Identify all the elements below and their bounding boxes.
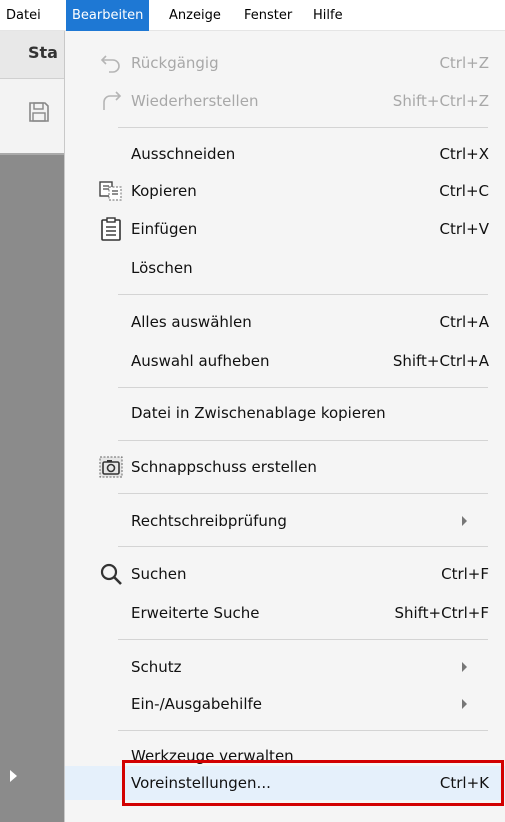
document-panel [0, 153, 64, 822]
menu-item-shortcut: Shift+Ctrl+Z [392, 92, 489, 110]
menu-item-label: Suchen [131, 565, 187, 583]
menu-item-search[interactable]: Suchen Ctrl+F [65, 557, 505, 591]
menu-fenster[interactable]: Fenster [238, 0, 298, 31]
menu-item-shortcut: Shift+Ctrl+F [394, 604, 489, 622]
panel-divider [0, 153, 64, 155]
document-tab-label: Sta [28, 43, 58, 62]
document-tab[interactable]: Sta [0, 31, 64, 79]
menu-item-label: Wiederherstellen [131, 92, 259, 110]
menu-item-shortcut: Shift+Ctrl+A [392, 352, 489, 370]
menu-item-label: Einfügen [131, 220, 198, 238]
menu-separator [118, 127, 488, 128]
menu-item-label: Auswahl aufheben [131, 352, 270, 370]
menu-item-label: Schutz [131, 658, 182, 676]
menu-separator [118, 294, 488, 295]
menu-item-spellcheck[interactable]: Rechtschreibprüfung [65, 504, 505, 538]
undo-icon [100, 55, 120, 73]
menu-separator [118, 440, 488, 441]
menu-item-shortcut: Ctrl+X [439, 145, 489, 163]
menu-item-paste[interactable]: Einfügen Ctrl+V [65, 212, 505, 246]
menu-item-shortcut: Ctrl+Z [439, 54, 489, 72]
menu-item-label: Ausschneiden [131, 145, 236, 163]
menu-item-deselect[interactable]: Auswahl aufheben Shift+Ctrl+A [65, 344, 505, 378]
menu-separator [118, 387, 488, 388]
menu-item-label: Alles auswählen [131, 313, 252, 331]
menu-item-undo[interactable]: Rückgängig Ctrl+Z [65, 46, 505, 80]
menu-item-label: Kopieren [131, 182, 197, 200]
menu-item-label: Ein-/Ausgabehilfe [131, 695, 263, 713]
menu-item-shortcut: Ctrl+C [439, 182, 489, 200]
menu-item-shortcut: Ctrl+F [441, 565, 489, 583]
camera-icon [99, 456, 123, 478]
menu-bar: Datei Bearbeiten Anzeige Fenster Hilfe [0, 0, 505, 31]
menu-item-copy-file-to-clipboard[interactable]: Datei in Zwischenablage kopieren [65, 396, 505, 430]
search-icon [100, 563, 122, 585]
menu-separator [118, 546, 488, 547]
menu-datei[interactable]: Datei [0, 0, 47, 31]
app-background: Sta [0, 31, 64, 822]
menu-item-delete[interactable]: Löschen [65, 251, 505, 285]
menu-item-label: Rechtschreibprüfung [131, 512, 287, 530]
submenu-arrow-icon [462, 699, 467, 709]
menu-item-label: Erweiterte Suche [131, 604, 260, 622]
edit-menu-dropdown: Rückgängig Ctrl+Z Wiederherstellen Shift… [64, 31, 505, 822]
menu-item-redo[interactable]: Wiederherstellen Shift+Ctrl+Z [65, 84, 505, 118]
menu-item-select-all[interactable]: Alles auswählen Ctrl+A [65, 305, 505, 339]
menu-item-shortcut: Ctrl+A [439, 313, 489, 331]
menu-item-snapshot[interactable]: Schnappschuss erstellen [65, 450, 505, 484]
menu-separator [118, 730, 488, 731]
menu-bearbeiten[interactable]: Bearbeiten [66, 0, 150, 31]
copy-icon [99, 181, 122, 201]
menu-item-cut[interactable]: Ausschneiden Ctrl+X [65, 137, 505, 171]
menu-item-label: Datei in Zwischenablage kopieren [131, 404, 386, 422]
menu-item-accessibility[interactable]: Ein-/Ausgabehilfe [65, 687, 505, 721]
menu-separator [118, 639, 488, 640]
menu-item-protection[interactable]: Schutz [65, 650, 505, 684]
chevron-right-icon[interactable] [10, 770, 17, 782]
highlight-box [122, 760, 504, 806]
menu-item-shortcut: Ctrl+V [439, 220, 489, 238]
menu-anzeige[interactable]: Anzeige [163, 0, 227, 31]
menu-item-label: Schnappschuss erstellen [131, 458, 317, 476]
menu-item-label: Löschen [131, 259, 193, 277]
menu-item-advanced-search[interactable]: Erweiterte Suche Shift+Ctrl+F [65, 596, 505, 630]
menu-item-label: Rückgängig [131, 54, 219, 72]
redo-icon [103, 91, 122, 110]
submenu-arrow-icon [462, 516, 467, 526]
submenu-arrow-icon [462, 662, 467, 672]
menu-separator [118, 493, 488, 494]
save-icon[interactable] [28, 101, 50, 123]
menu-item-copy[interactable]: Kopieren Ctrl+C [65, 174, 505, 208]
menu-hilfe[interactable]: Hilfe [307, 0, 349, 31]
paste-icon [101, 217, 121, 241]
